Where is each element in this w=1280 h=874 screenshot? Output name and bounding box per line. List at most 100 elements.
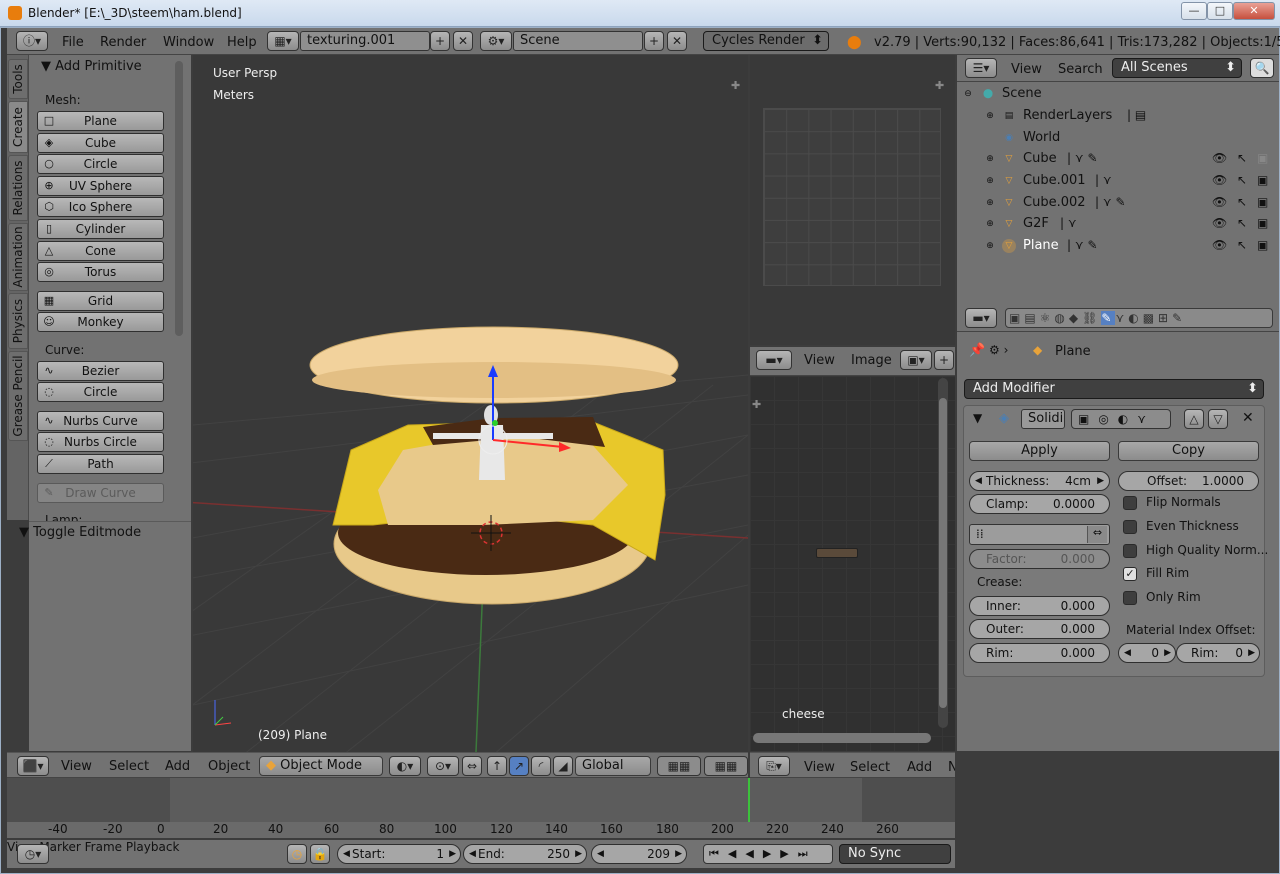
node-editor[interactable]: cheese ✚ (750, 376, 955, 751)
remove-modifier-icon[interactable]: ✕ (1242, 410, 1254, 426)
add-nurbs-curve-button[interactable]: ∿ Nurbs Curve (37, 411, 164, 431)
only-rim-checkbox[interactable]: Only Rim (1123, 590, 1201, 605)
even-thickness-checkbox[interactable]: Even Thickness (1123, 519, 1239, 534)
apply-modifier-button[interactable]: Apply (969, 441, 1110, 461)
maximize-button[interactable]: □ (1207, 2, 1233, 20)
fill-rim-checkbox[interactable]: ✓ Fill Rim (1123, 566, 1189, 581)
add-grid-button[interactable]: ▦ Grid (37, 291, 164, 311)
selectable-cursor-icon[interactable]: ↖ (1237, 151, 1247, 165)
outliner-row-cube-002[interactable]: ⊕ ▽ Cube.002 | ⋎ ✎ 👁 ↖ ▣ (957, 192, 1268, 214)
outliner-menu-search[interactable]: Search (1058, 62, 1103, 77)
thickness-field[interactable]: ◀ Thickness: 4cm ▶ (969, 471, 1110, 491)
add-circle-button[interactable]: ○ Circle (37, 154, 164, 174)
expand-icon[interactable]: ⊕ (983, 196, 997, 210)
image-menu-image[interactable]: Image (851, 353, 892, 368)
tab-tools[interactable]: Tools (8, 59, 28, 99)
pivot-point-icon[interactable]: ⊙▾ (427, 756, 459, 776)
factor-field[interactable]: Factor: 0.000 (969, 549, 1110, 569)
menu-window[interactable]: Window (163, 35, 214, 50)
add-uv-sphere-button[interactable]: ⊕ UV Sphere (37, 176, 164, 196)
expand-icon[interactable]: ⊕ (983, 152, 997, 166)
add-ico-sphere-button[interactable]: ⬡ Ico Sphere (37, 197, 164, 217)
viewport-split-icon[interactable]: ✚ (731, 79, 740, 92)
translate-manipulator-icon[interactable]: ↑ (487, 756, 507, 776)
current-frame-field[interactable]: ◀ 209 ▶ (591, 844, 687, 864)
tab-grease-pencil[interactable]: Grease Pencil (8, 351, 28, 441)
3d-viewport[interactable]: User Persp Meters (209) Plane ✚ (193, 55, 748, 752)
toggle-editmode-panel-header[interactable]: ▼ Toggle Editmode (19, 525, 141, 540)
add-bezier-circle-button[interactable]: ◌ Circle (37, 382, 164, 402)
outliner-row-renderlayers[interactable]: ⊕ ▤ RenderLayers | ▤ (957, 105, 1262, 127)
node-editor-type-icon[interactable]: ⎘▾ (758, 756, 790, 776)
add-bezier-button[interactable]: ∿ Bezier (37, 361, 164, 381)
toolshelf-scrollbar[interactable] (175, 61, 183, 336)
modifier-display-toggles[interactable]: ▣◎◐⋎ (1071, 409, 1171, 429)
node-split-icon[interactable]: ✚ (752, 398, 761, 411)
frame-ruler[interactable]: -40 -20 0 20 40 60 80 100 120 140 160 180 200 220 240 2… (7, 822, 955, 838)
expand-icon[interactable]: ⊕ (983, 217, 997, 231)
move-modifier-down-icon[interactable]: ▽ (1208, 409, 1228, 429)
outliner-row-scene[interactable]: ⊖ ⬤ Scene (957, 83, 1262, 105)
add-modifier-select[interactable]: Add Modifier ⬍ (964, 379, 1264, 399)
modifier-collapse-icon[interactable]: ▼ (973, 411, 982, 425)
editor-type-icon[interactable]: ⬛▾ (17, 756, 49, 776)
tab-physics[interactable]: Physics (8, 293, 28, 349)
viewport-menu-view[interactable]: View (61, 759, 92, 774)
outliner-row-g2f[interactable]: ⊕ ▽ G2F | ⋎ 👁 ↖ ▣ (957, 213, 1268, 235)
timeline-area[interactable] (7, 778, 955, 822)
remove-screen-icon[interactable]: ✕ (453, 31, 473, 51)
add-path-button[interactable]: ⟋ Path (37, 454, 164, 474)
menu-file[interactable]: File (62, 35, 84, 50)
image-editor-type-icon[interactable]: ▬▾ (756, 350, 792, 370)
selectable-cursor-icon[interactable]: ↖ (1237, 216, 1247, 230)
minimize-button[interactable]: — (1181, 2, 1207, 20)
add-monkey-button[interactable]: ☺ Monkey (37, 312, 164, 332)
outliner-row-world[interactable]: ◉ World (957, 127, 1262, 149)
move-modifier-up-icon[interactable]: △ (1184, 409, 1204, 429)
material-offset-field[interactable]: ◀ 0 ▶ (1118, 643, 1176, 663)
renderable-camera-icon[interactable]: ▣ (1257, 216, 1268, 230)
scene-icon[interactable]: ⚙▾ (480, 31, 512, 51)
scale-manipulator-icon[interactable]: ◜ (531, 756, 551, 776)
info-editor-icon[interactable]: ⓘ▾ (16, 31, 48, 51)
node-menu-view[interactable]: View (804, 760, 835, 775)
viewport-menu-select[interactable]: Select (109, 759, 149, 774)
rim-crease-field[interactable]: Rim: 0.000 (969, 643, 1110, 663)
add-cube-button[interactable]: ◈ Cube (37, 133, 164, 153)
image-menu-view[interactable]: View (804, 353, 835, 368)
pin-icon[interactable]: 📌 (969, 343, 985, 358)
image-browse-icon[interactable]: ▣▾ (900, 350, 932, 370)
remove-scene-icon[interactable]: ✕ (667, 31, 687, 51)
add-nurbs-circle-button[interactable]: ◌ Nurbs Circle (37, 432, 164, 452)
material-rim-offset-field[interactable]: Rim: 0 ▶ (1176, 643, 1260, 663)
timeline-menu-frame[interactable]: Frame (85, 840, 122, 854)
screen-layout-icon[interactable]: ▦▾ (267, 31, 299, 51)
outliner-menu-view[interactable]: View (1011, 62, 1042, 77)
add-plane-button[interactable]: □ Plane (37, 111, 164, 131)
offset-field[interactable]: Offset: 1.0000 (1118, 471, 1259, 491)
object-mode-select[interactable]: ◆ Object Mode (259, 756, 383, 776)
renderable-camera-icon[interactable]: ▣ (1257, 238, 1268, 252)
timeline-menu-playback[interactable]: Playback (126, 840, 180, 854)
tab-animation[interactable]: Animation (8, 223, 28, 291)
inner-crease-field[interactable]: Inner: 0.000 (969, 596, 1110, 616)
close-window-button[interactable]: ✕ (1233, 2, 1275, 20)
renderable-camera-icon[interactable]: ▣ (1257, 195, 1268, 209)
layers-grid-icon[interactable]: ▦▦ (657, 756, 701, 776)
modifier-name-field[interactable]: Solidi (1021, 409, 1065, 429)
scene-field[interactable]: Scene (513, 31, 643, 51)
outer-crease-field[interactable]: Outer: 0.000 (969, 619, 1110, 639)
expand-icon[interactable]: ⊕ (983, 109, 997, 123)
draw-curve-button[interactable]: ✎ Draw Curve (37, 483, 164, 503)
invert-vertex-group-icon[interactable]: ⇔ (1087, 526, 1107, 543)
node-menu-add[interactable]: Add (907, 760, 932, 775)
renderable-camera-icon[interactable]: ▣ (1257, 151, 1268, 165)
add-screen-icon[interactable]: + (430, 31, 450, 51)
renderable-camera-icon[interactable]: ▣ (1257, 173, 1268, 187)
clamp-field[interactable]: Clamp: 0.0000 (969, 494, 1110, 514)
new-image-icon[interactable]: + (934, 350, 954, 370)
visibility-eye-icon[interactable]: 👁 (1212, 151, 1227, 165)
add-scene-icon[interactable]: + (644, 31, 664, 51)
visibility-eye-icon[interactable]: 👁 (1212, 173, 1227, 187)
viewport-menu-add[interactable]: Add (165, 759, 190, 774)
